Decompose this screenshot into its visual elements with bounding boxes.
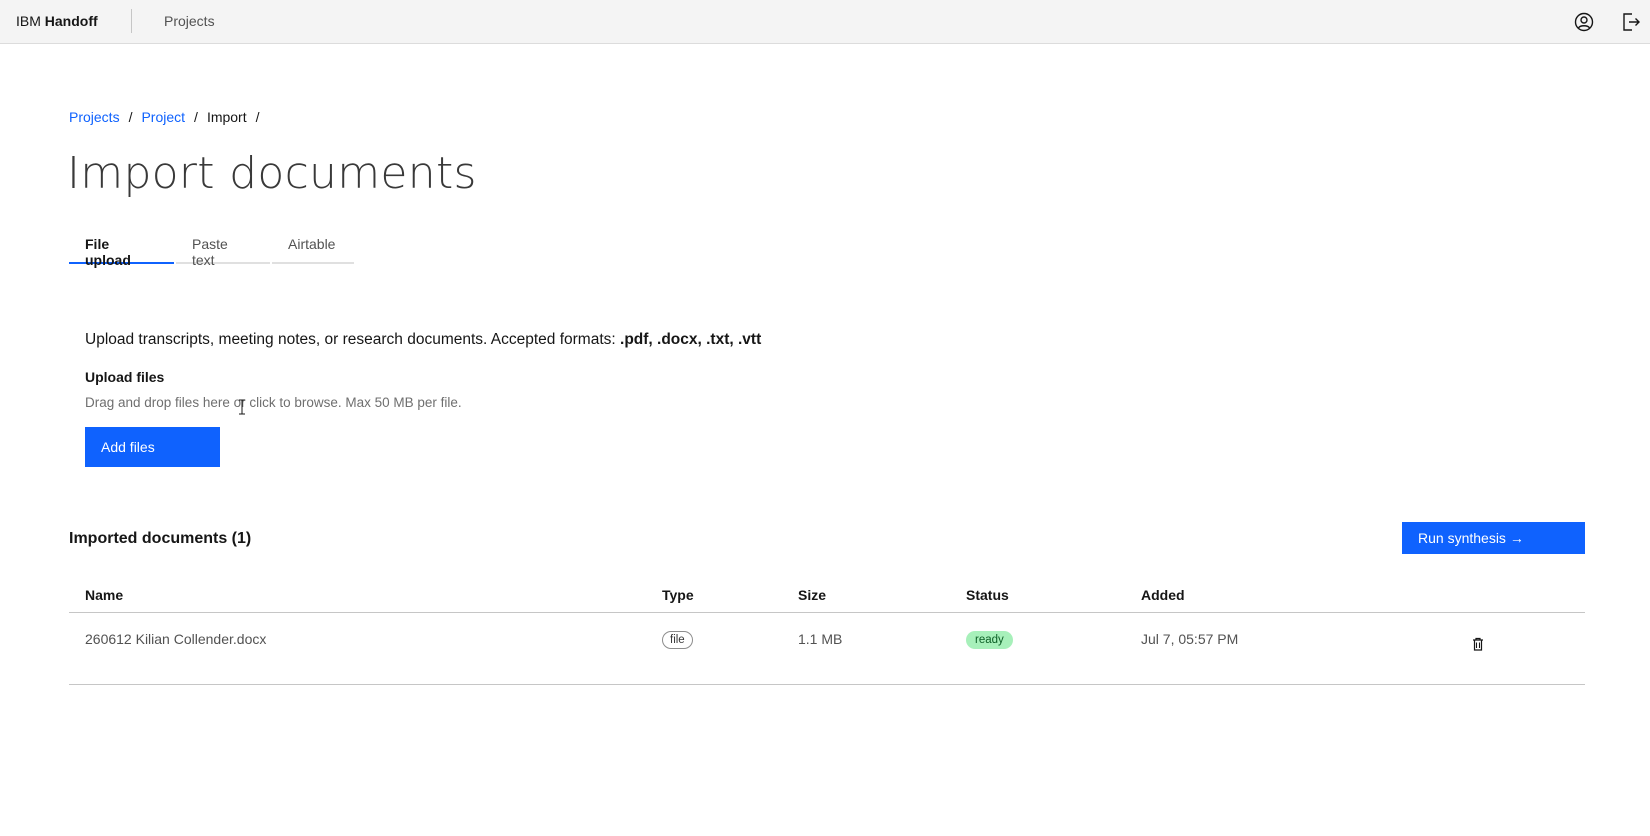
brand-prefix: IBM [16, 13, 41, 29]
type-tag: file [662, 631, 693, 649]
upload-description: Upload transcripts, meeting notes, or re… [85, 331, 761, 349]
header-nav-projects[interactable]: Projects [164, 13, 215, 29]
imported-documents-title: Imported documents (1) [69, 530, 252, 547]
table-row: 260612 Kilian Collender.docx file 1.1 MB… [69, 613, 1585, 684]
page-title: Import documents [67, 148, 477, 199]
app-header: IBM Handoff Projects [0, 0, 1650, 44]
breadcrumb-separator: / [128, 109, 133, 125]
tab-paste-text[interactable]: Paste text [176, 222, 270, 268]
upload-helper-text: Drag and drop files here or click to bro… [85, 395, 462, 410]
column-header-added[interactable]: Added [1141, 587, 1185, 603]
run-synthesis-button[interactable]: Run synthesis → [1402, 522, 1585, 554]
upload-description-text: Upload transcripts, meeting notes, or re… [85, 331, 621, 348]
tab-file-upload[interactable]: File upload [69, 222, 174, 268]
breadcrumb-separator: / [255, 109, 260, 125]
column-header-name[interactable]: Name [85, 587, 123, 603]
trash-icon[interactable] [1470, 636, 1486, 652]
user-avatar-icon[interactable] [1573, 11, 1595, 33]
brand-logo[interactable]: IBM Handoff [16, 13, 98, 29]
status-badge: ready [966, 631, 1013, 649]
document-name: 260612 Kilian Collender.docx [85, 631, 267, 647]
column-header-size[interactable]: Size [798, 587, 826, 603]
breadcrumb: Projects / Project / Import / [69, 109, 269, 125]
breadcrumb-project[interactable]: Project [141, 109, 185, 125]
breadcrumb-separator: / [194, 109, 198, 125]
tab-airtable[interactable]: Airtable [272, 222, 354, 264]
column-header-status[interactable]: Status [966, 587, 1009, 603]
document-added: Jul 7, 05:57 PM [1141, 631, 1239, 647]
import-tabs: File upload Paste text Airtable [69, 222, 356, 268]
brand-name: Handoff [44, 13, 98, 29]
breadcrumb-import: Import [206, 109, 247, 125]
column-header-type[interactable]: Type [662, 587, 694, 603]
add-files-button[interactable]: Add files [85, 427, 220, 467]
table-row-divider [69, 684, 1585, 685]
breadcrumb-projects[interactable]: Projects [69, 109, 120, 125]
header-divider [131, 9, 132, 33]
accepted-formats: .pdf, .docx, .txt, .vtt [620, 331, 762, 348]
text-cursor-icon [239, 399, 245, 415]
logout-icon[interactable] [1620, 11, 1642, 33]
document-size: 1.1 MB [798, 631, 843, 647]
upload-files-label: Upload files [85, 369, 165, 385]
